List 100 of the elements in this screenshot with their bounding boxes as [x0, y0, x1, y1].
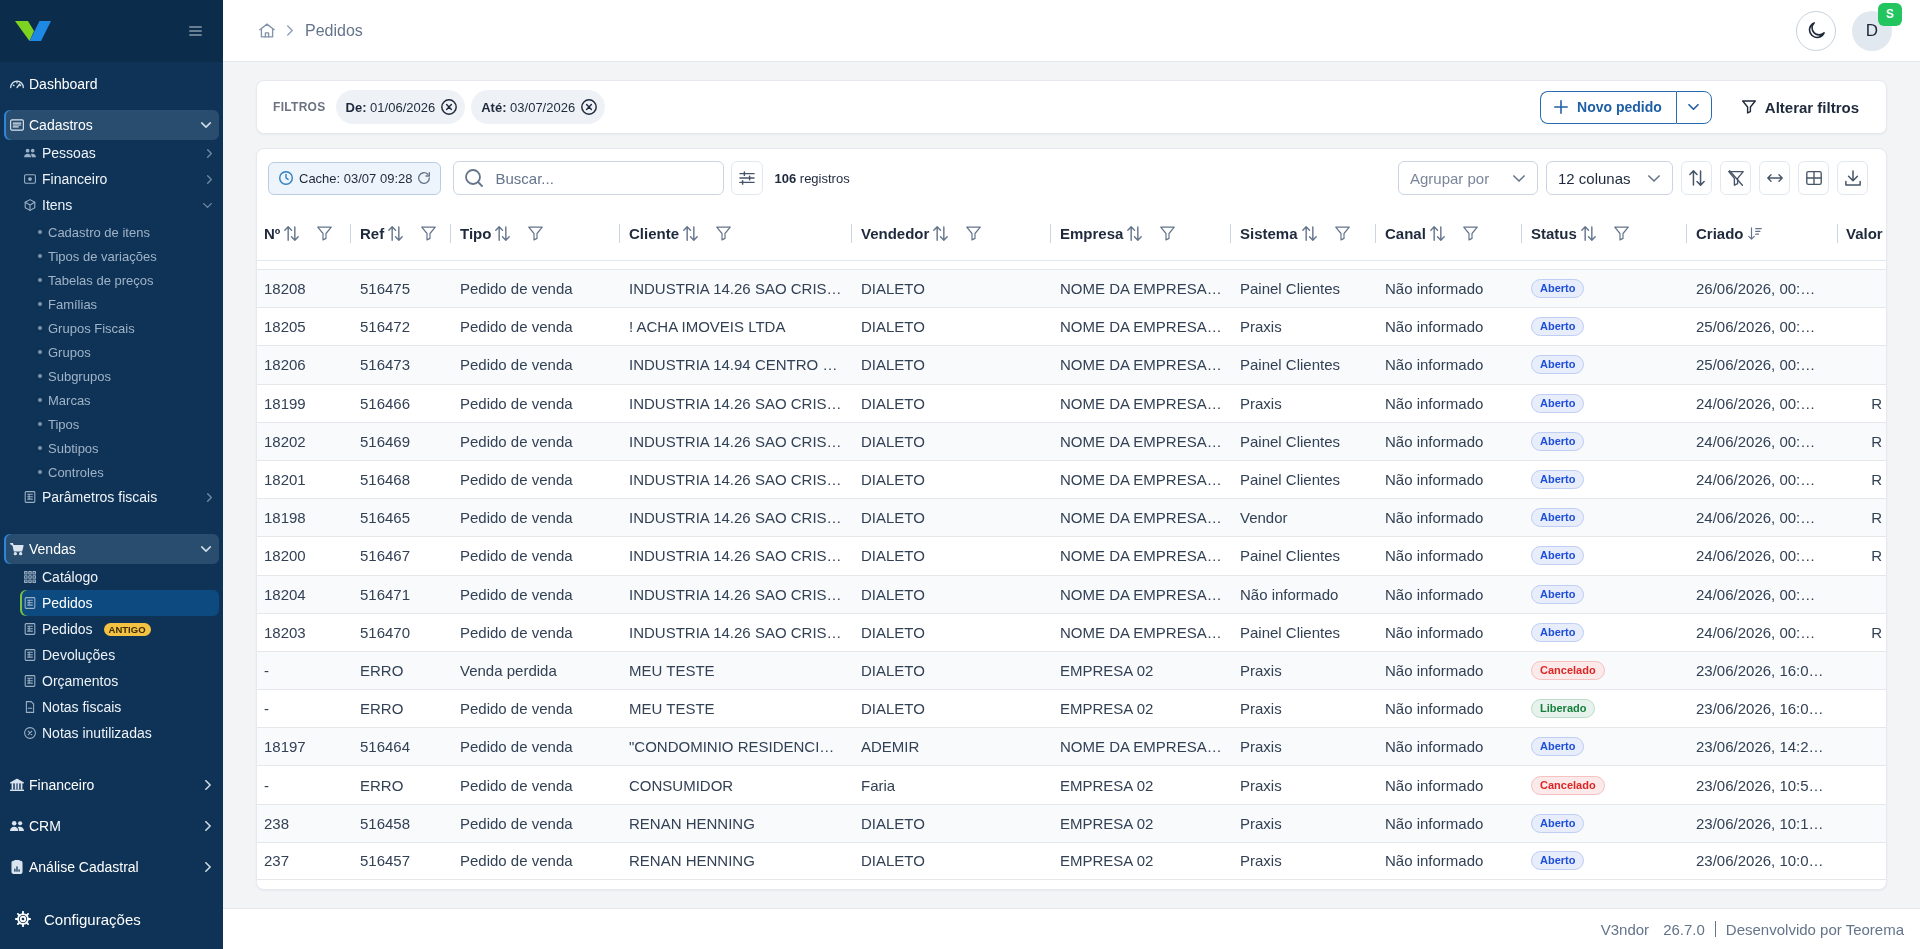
table-cell-text: Não informado [1384, 660, 1485, 681]
new-order-button[interactable]: Novo pedido [1540, 90, 1676, 124]
nav-item[interactable]: Configurações [4, 904, 219, 934]
cart-icon [10, 542, 24, 556]
nav-item[interactable]: Vendas [4, 534, 219, 564]
table-row[interactable]: 18203 516470 Pedido de venda INDUSTRIA 14.26 SAO CRIS… DIALETO NOME DA EMPRESA… Painel Clientes Não informado Aberto 24/06/2026, 00:… R [257, 612, 1886, 651]
download-button[interactable] [1837, 161, 1868, 195]
nav-item[interactable]: Cadastros [4, 110, 219, 140]
column-header[interactable]: Vendedor [851, 214, 1050, 260]
column-header[interactable]: Sistema [1230, 214, 1375, 260]
table-row[interactable]: 18204 516471 Pedido de venda INDUSTRIA 14.26 SAO CRIS… DIALETO NOME DA EMPRESA… Não informado Não informado Aberto 24/06/2026, 00:… [257, 574, 1886, 613]
column-header[interactable]: Ref [350, 214, 450, 260]
nav-item[interactable]: Pessoas [20, 140, 219, 166]
column-width-button[interactable] [1759, 161, 1790, 195]
download-icon [1844, 170, 1861, 186]
filter-chip[interactable]: Até: 03/07/2026 [471, 90, 606, 124]
nav-item[interactable]: Tipos de variações [20, 244, 219, 268]
theme-toggle-button[interactable] [1796, 10, 1836, 51]
table-row[interactable]: 18198 516465 Pedido de venda INDUSTRIA 14.26 SAO CRIS… DIALETO NOME DA EMPRESA… Vendor Não informado Aberto 24/06/2026, 00:… R [257, 498, 1886, 537]
column-header[interactable]: Status [1521, 214, 1686, 260]
nav-item[interactable]: Marcas [20, 388, 219, 412]
table-row[interactable]: 18197 516464 Pedido de venda "CONDOMINIO RESIDENCI… ADEMIR NOME DA EMPRESA… Praxis Não informado Aberto 23/06/2026, 14:2… [257, 727, 1886, 766]
nav-item[interactable]: Orçamentos [20, 668, 219, 694]
table-row[interactable]: 18200 516467 Pedido de venda INDUSTRIA 14.26 SAO CRIS… DIALETO NOME DA EMPRESA… Painel Clientes Não informado Aberto 24/06/2026, 00:… R [257, 536, 1886, 575]
nav-item[interactable]: Tipos [20, 412, 219, 436]
filter-settings-button[interactable] [731, 161, 764, 195]
nav-item[interactable]: Controles [20, 460, 219, 484]
nav-item[interactable]: Itens [20, 192, 219, 218]
column-header[interactable]: Empresa [1050, 214, 1230, 260]
status-badge: Aberto [1531, 584, 1585, 604]
nav-item[interactable]: Subgrupos [20, 364, 219, 388]
table-row[interactable]: - ERRO Venda perdida MEU TESTE DIALETO EMPRESA 02 Praxis Não informado Cancelado 23/06/2026, 16:0… [257, 650, 1886, 690]
table-cell-text: ! ACHA IMOVEIS LTDA [628, 317, 787, 338]
table-row[interactable]: 237 516457 Pedido de venda RENAN HENNING DIALETO EMPRESA 02 Praxis Não informado Aberto 23/06/2026, 10:0… [257, 841, 1886, 880]
nav-item[interactable]: Notas inutilizadas [20, 720, 219, 746]
table-row[interactable]: 18205 516472 Pedido de venda ! ACHA IMOVEIS LTDA DIALETO NOME DA EMPRESA… Praxis Não informado Aberto 25/06/2026, 00:… [257, 307, 1886, 346]
table-row[interactable]: - ERRO Pedido de venda CONSUMIDOR Faria EMPRESA 02 Praxis Não informado Cancelado 23/06/2026, 10:5… [257, 765, 1886, 804]
table-cell-text: DIALETO [860, 470, 926, 491]
nav-item[interactable]: Famílias [20, 292, 219, 316]
table-cell-text: Pedido de venda [459, 775, 574, 796]
status-badge: Aberto [1531, 813, 1585, 833]
nav-item[interactable]: Tabelas de preços [20, 268, 219, 292]
table-cell-text: DIALETO [860, 546, 926, 567]
nav-item[interactable]: Pedidos [20, 590, 219, 616]
table-cell-text: Painel Clientes [1239, 431, 1342, 452]
table-cell-text: 516457 [359, 851, 412, 872]
table-row[interactable]: 18206 516473 Pedido de venda INDUSTRIA 14.94 CENTRO … DIALETO NOME DA EMPRESA… Painel Clientes Não informado Aberto 25/06/2026, 00:… [257, 345, 1886, 384]
chevron-down-icon [1648, 174, 1660, 182]
nav-item[interactable]: Financeiro [20, 166, 219, 192]
status-badge: Aberto [1531, 279, 1585, 299]
status-badge: Aberto [1531, 546, 1585, 566]
cache-refresh-button[interactable]: Cache: 03/07 09:28 [268, 161, 442, 195]
table-row[interactable]: 18199 516466 Pedido de venda INDUSTRIA 14.26 SAO CRIS… DIALETO NOME DA EMPRESA… Praxis Não informado Aberto 24/06/2026, 00:… R [257, 383, 1886, 422]
nav-item[interactable]: Grupos [20, 340, 219, 364]
nav-item[interactable]: Subtipos [20, 436, 219, 460]
plus-icon [1554, 100, 1568, 114]
table-cell-text: Praxis [1239, 317, 1283, 338]
column-header[interactable]: Nº [257, 214, 350, 260]
table-row[interactable]: 18208 516475 Pedido de venda INDUSTRIA 14.26 SAO CRIS… DIALETO NOME DA EMPRESA… Painel Clientes Não informado Aberto 26/06/2026, 00:… [257, 269, 1886, 308]
sort-button[interactable] [1681, 161, 1712, 195]
table-row[interactable]: - ERRO Pedido de venda MEU TESTE DIALETO EMPRESA 02 Praxis Não informado Liberado 23/06/2026, 16:0… [257, 689, 1886, 728]
clear-filters-button[interactable] [1720, 161, 1751, 195]
edit-filters-button[interactable]: Alterar filtros [1741, 98, 1859, 116]
filter-icon [421, 226, 437, 241]
column-header[interactable]: Criado [1686, 214, 1837, 260]
menu-icon[interactable] [189, 26, 202, 36]
nav-item[interactable]: Parâmetros fiscais [20, 484, 219, 510]
nav-item[interactable]: Análise Cadastral [4, 852, 219, 882]
table-cell-text: Pedido de venda [459, 737, 574, 758]
filter-icon [1334, 226, 1350, 241]
table-cell-text: 18201 [263, 470, 307, 491]
nav-item[interactable]: CRM [4, 811, 219, 841]
nav-item[interactable]: Devoluções [20, 642, 219, 668]
dropdown-button[interactable] [1675, 90, 1712, 124]
table-cell-text: - [263, 660, 270, 681]
search-field[interactable]: Buscar... [453, 161, 725, 195]
table-cell-text: INDUSTRIA 14.26 SAO CRIS… [628, 431, 843, 452]
filter-icon [966, 226, 982, 241]
nav-item[interactable]: Cadastro de itens [20, 220, 219, 244]
column-header[interactable]: Tipo [450, 214, 619, 260]
table-row[interactable]: 238 516458 Pedido de venda RENAN HENNING DIALETO EMPRESA 02 Praxis Não informado Aberto 23/06/2026, 10:1… [257, 803, 1886, 842]
nav-item[interactable]: Dashboard [4, 69, 219, 99]
column-header[interactable]: Cliente [619, 214, 851, 260]
nav-item[interactable]: Catálogo [20, 564, 219, 590]
column-header[interactable]: Canal [1375, 214, 1521, 260]
column-picker-select[interactable]: 12 colunas [1546, 161, 1673, 195]
status-badge: Aberto [1531, 317, 1585, 337]
nav-item[interactable]: Notas fiscais [20, 694, 219, 720]
nav-item[interactable]: Financeiro [4, 770, 219, 800]
group-by-select[interactable]: Agrupar por [1398, 161, 1538, 195]
table-cell-text: ERRO [359, 660, 405, 681]
column-header[interactable]: Valor [1837, 214, 1886, 260]
home-icon[interactable] [259, 23, 275, 38]
table-row[interactable]: 18202 516469 Pedido de venda INDUSTRIA 14.26 SAO CRIS… DIALETO NOME DA EMPRESA… Painel Clientes Não informado Aberto 24/06/2026, 00:… R [257, 421, 1886, 460]
table-row[interactable]: 18201 516468 Pedido de venda INDUSTRIA 14.26 SAO CRIS… DIALETO NOME DA EMPRESA… Painel Clientes Não informado Aberto 24/06/2026, 00:… R [257, 459, 1886, 499]
nav-item[interactable]: Pedidos ANTIGO [20, 616, 219, 642]
table-cell-text: 516473 [359, 355, 412, 376]
nav-item[interactable]: Grupos Fiscais [20, 316, 219, 340]
filter-chip[interactable]: De: 01/06/2026 [335, 90, 466, 124]
table-layout-button[interactable] [1798, 161, 1829, 195]
